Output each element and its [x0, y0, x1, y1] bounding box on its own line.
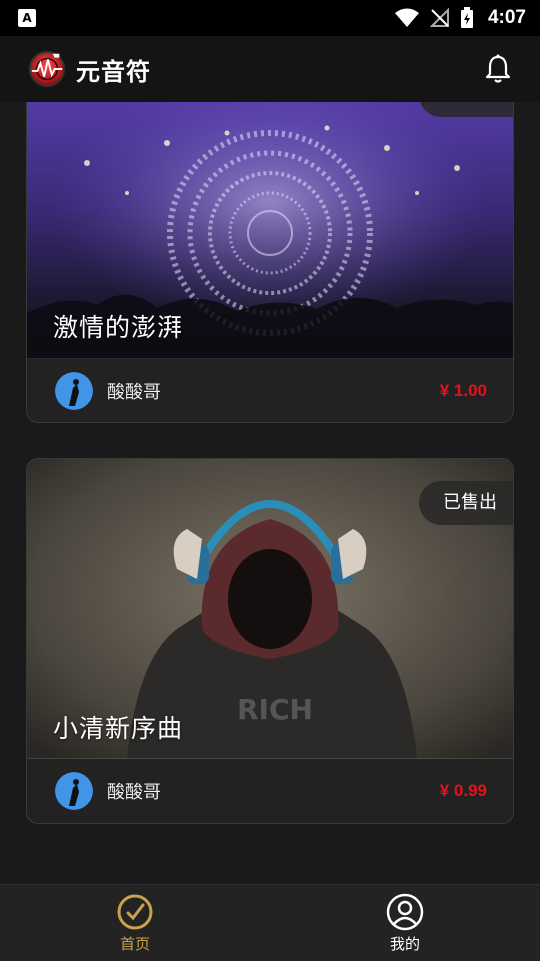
author-name[interactable]: 酸酸哥: [107, 378, 440, 404]
user-icon: [386, 893, 424, 930]
status-time: 4:07: [487, 7, 526, 28]
card-footer: 酸酸哥 ¥ 1.00: [27, 359, 513, 422]
author-avatar[interactable]: [55, 372, 93, 410]
brand-name: 元音符: [76, 57, 151, 86]
status-bar: A 4:07: [0, 0, 540, 36]
tab-mine[interactable]: 我的: [270, 885, 540, 961]
svg-text:RICH: RICH: [237, 693, 313, 726]
app-logo-icon: [28, 50, 66, 88]
work-card[interactable]: RICH 已售出 小清新序曲 酸酸哥 ¥ 0.99: [26, 458, 514, 824]
work-title: 小清新序曲: [53, 714, 184, 743]
brand: 元音符: [28, 50, 151, 88]
work-list[interactable]: 已售出 激情的澎湃 酸酸哥 ¥ 1.00: [0, 102, 540, 884]
tab-mine-label: 我的: [389, 934, 420, 953]
no-signal-icon: [429, 8, 449, 27]
tab-home-label: 首页: [119, 934, 150, 953]
card-footer: 酸酸哥 ¥ 0.99: [27, 759, 513, 823]
wifi-icon: [394, 8, 419, 27]
battery-charging-icon: [460, 7, 473, 28]
tab-home[interactable]: 首页: [0, 885, 270, 961]
work-title: 激情的澎湃: [53, 313, 184, 342]
work-card[interactable]: 已售出 激情的澎湃 酸酸哥 ¥ 1.00: [26, 102, 514, 423]
sold-badge: 已售出: [419, 481, 513, 525]
sold-badge: 已售出: [419, 102, 513, 117]
bell-icon[interactable]: [482, 53, 514, 85]
author-avatar[interactable]: [55, 772, 93, 810]
work-price: ¥ 1.00: [439, 381, 487, 400]
author-name[interactable]: 酸酸哥: [107, 778, 440, 804]
home-disc-icon: [117, 894, 153, 929]
app-bar: 元音符: [0, 36, 540, 102]
bottom-tab-bar: 首页 我的: [0, 884, 540, 961]
notification-a-icon: A: [18, 9, 36, 27]
work-price: ¥ 0.99: [439, 781, 487, 800]
